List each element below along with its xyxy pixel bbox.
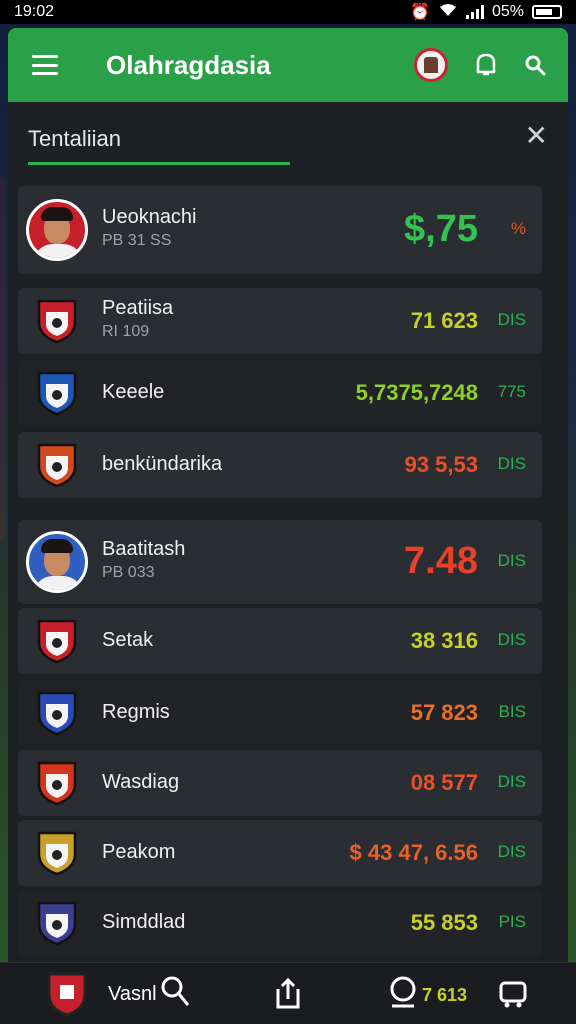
app-bar: Olahragdasia [8, 28, 568, 102]
bottom-nav: Vasnl 7 613 [0, 962, 576, 1024]
row-unit: DIS [497, 551, 526, 570]
menu-icon[interactable] [32, 55, 58, 75]
row-value: 71 623 [410, 308, 478, 333]
row-unit: DIS [497, 310, 526, 329]
ranking-row[interactable]: Peatiisa RI 109 71 623 DIS [18, 288, 542, 354]
club-crest-icon [36, 760, 78, 806]
active-tab-indicator [28, 162, 290, 165]
ranking-row[interactable]: Keeele 5,7375,7248 775 [18, 360, 542, 426]
status-bar: 19:02 ⏰ 05% [0, 0, 576, 24]
row-name: Peakom [102, 841, 176, 863]
wifi-icon [438, 3, 458, 22]
app-title: Olahragdasia [106, 49, 271, 80]
ranking-row[interactable]: Baatitash PB 033 7.48 DIS [18, 520, 542, 604]
club-crest-icon [36, 690, 78, 736]
ranking-row[interactable]: Ueoknachi PB 31 SS $,75% [18, 186, 542, 274]
battery-percent: 05% [491, 3, 524, 20]
row-name: Baatitash [102, 538, 186, 560]
row-unit: DIS [497, 842, 526, 861]
search-icon[interactable] [524, 54, 546, 76]
row-name: Setak [102, 629, 154, 651]
club-crest-icon[interactable] [46, 971, 88, 1022]
row-name: Peatiisa [102, 297, 174, 319]
nav-score: 7 613 [422, 985, 468, 1005]
row-name: Regmis [102, 701, 170, 723]
battery-icon [532, 5, 562, 19]
ranking-row[interactable]: Peakom $ 43 47, 6.56 DIS [18, 820, 542, 886]
close-icon[interactable]: ✕ [525, 122, 548, 150]
row-unit: PIS [498, 912, 526, 931]
row-name: Keeele [102, 381, 165, 403]
player-avatar [26, 199, 88, 261]
row-name: Simddlad [102, 911, 186, 933]
row-unit: DIS [497, 772, 526, 791]
club-badge-icon[interactable] [414, 48, 448, 82]
row-value: 55 853 [410, 910, 478, 935]
row-unit: BIS [498, 702, 526, 721]
cart-icon[interactable] [498, 975, 528, 1014]
row-value: 08 577 [410, 770, 478, 795]
status-time: 19:02 [14, 3, 55, 20]
ranking-row[interactable]: Wasdiag 08 577 DIS [18, 750, 542, 816]
ranking-row[interactable]: Setak 38 316 DIS [18, 608, 542, 674]
row-unit: DIS [497, 630, 526, 649]
club-crest-icon [36, 830, 78, 876]
ranking-row[interactable]: benkündarika 93 5,53 DIS [18, 432, 542, 498]
ranking-row[interactable]: Simddlad 55 853 PIS [18, 890, 542, 956]
row-name: benkündarika [102, 453, 223, 475]
row-unit: DIS [497, 454, 526, 473]
row-value: $,75 [404, 208, 478, 250]
sheet-title: Tentaliian [28, 126, 121, 151]
row-subtitle: PB 033 [102, 564, 155, 581]
row-name: Ueoknachi [102, 206, 197, 228]
row-value: 7.48 [404, 540, 478, 582]
share-icon[interactable] [274, 977, 302, 1014]
row-value: 93 5,53 [404, 452, 478, 477]
row-value: 57 823 [410, 700, 478, 725]
nav-label[interactable]: Vasnl [108, 983, 157, 1006]
trophy-icon[interactable] [388, 975, 418, 1014]
row-subtitle: RI 109 [102, 323, 150, 340]
row-subtitle: PB 31 SS [102, 232, 172, 249]
row-name: Wasdiag [102, 771, 180, 793]
row-unit: % [510, 219, 526, 238]
signal-icon [465, 5, 484, 19]
profile-search-icon[interactable] [158, 975, 190, 1014]
club-crest-icon [36, 370, 78, 416]
row-value: 38 316 [410, 628, 478, 653]
row-unit: 775 [497, 382, 526, 401]
player-avatar [26, 531, 88, 593]
club-crest-icon [36, 618, 78, 664]
row-value: $ 43 47, 6.56 [349, 840, 478, 865]
row-value: 5,7375,7248 [355, 380, 478, 405]
alarm-icon: ⏰ [410, 4, 430, 21]
club-crest-icon [36, 298, 78, 344]
club-crest-icon [36, 900, 78, 946]
notification-icon[interactable] [474, 52, 498, 78]
ranking-row[interactable]: Regmis 57 823 BIS [18, 680, 542, 746]
sheet-header: Tentaliian ✕ [8, 102, 568, 172]
club-crest-icon [36, 442, 78, 488]
